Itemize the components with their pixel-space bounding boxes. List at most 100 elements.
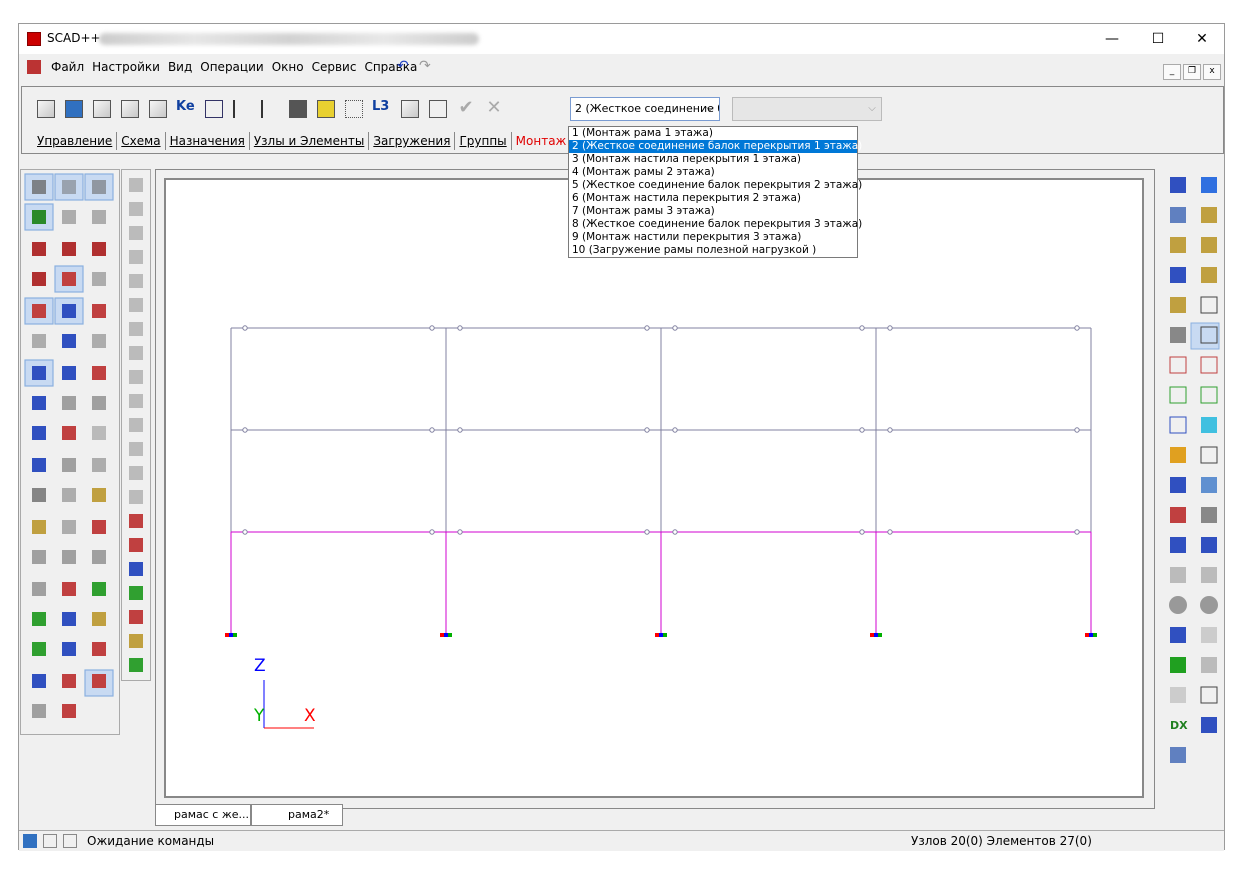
tab-loads[interactable]: Загружения — [369, 132, 456, 150]
left-secondary-panel — [121, 169, 151, 681]
group-edit-icon[interactable] — [426, 97, 450, 121]
load-icon[interactable] — [34, 97, 58, 121]
hinge-node — [644, 529, 650, 535]
axis-x-label: X — [304, 706, 316, 726]
tab-groups[interactable]: Группы — [455, 132, 512, 150]
chevron-down-icon[interactable]: ⌵ — [863, 98, 881, 120]
maximize-button[interactable]: ☐ — [1135, 24, 1181, 54]
chevron-down-icon[interactable]: ⌵ — [701, 98, 719, 120]
hinge-node — [242, 427, 248, 433]
support-icon — [870, 633, 882, 637]
ribbon-tabs: Управление Схема Назначения Узлы и Элеме… — [33, 132, 570, 150]
node-delete-icon[interactable] — [258, 97, 282, 121]
menu-file[interactable]: Файл — [47, 60, 88, 74]
dropdown-item[interactable]: 6 (Монтаж настила перекрытия 2 этажа) — [569, 192, 857, 205]
stage-select-value: 2 (Жесткое соединение б — [575, 102, 720, 115]
doc-tab-rama2[interactable]: рама2* — [251, 804, 343, 826]
status-bar: Ожидание команды Узлов 20(0) Элементов 2… — [19, 830, 1224, 851]
hinge-node — [644, 427, 650, 433]
frame-structure — [225, 325, 1097, 729]
hinge-node — [457, 529, 463, 535]
doc-tab-label: рамас с же... — [174, 808, 250, 821]
support-icon — [1085, 633, 1097, 637]
hinge-node — [242, 529, 248, 535]
group-load-icon[interactable] — [146, 97, 170, 121]
right-tool-panel: DX — [1159, 169, 1223, 799]
menu-help[interactable]: Справка — [360, 60, 421, 74]
layer-icon[interactable] — [286, 97, 310, 121]
dropdown-item[interactable]: 1 (Монтаж рама 1 этажа) — [569, 127, 857, 140]
menu-service[interactable]: Сервис — [308, 60, 361, 74]
secondary-select[interactable]: ⌵ — [732, 97, 882, 121]
stage-dropdown-list: 1 (Монтаж рама 1 этажа) 2 (Жесткое соеди… — [568, 126, 862, 258]
dropdown-item-selected[interactable]: 2 (Жесткое соединение балок перекрытия 1… — [569, 140, 862, 153]
hinge-node — [859, 529, 865, 535]
doc-tab-label: рама2* — [288, 808, 330, 821]
hinge-node — [887, 529, 893, 535]
paint-icon[interactable] — [314, 97, 338, 121]
dropdown-item[interactable]: 4 (Монтаж рамы 2 этажа) — [569, 166, 857, 179]
mdi-restore-button[interactable]: ❐ — [1183, 64, 1201, 80]
axis-z-label: Z — [254, 656, 266, 676]
tab-assignments[interactable]: Назначения — [166, 132, 250, 150]
hinge-node — [429, 427, 435, 433]
hinge-node — [859, 325, 865, 331]
drawing-area-frame: Z Y X — [155, 169, 1155, 809]
minimize-button[interactable]: — — [1089, 24, 1135, 54]
hinge-node — [242, 325, 248, 331]
doc-tab-ramas[interactable]: рамас с же... — [155, 804, 251, 826]
tab-montage[interactable]: Монтаж — [512, 132, 571, 150]
menu-settings[interactable]: Настройки — [88, 60, 164, 74]
settings-icon[interactable] — [62, 97, 86, 121]
dropdown-item[interactable]: 3 (Монтаж настила перекрытия 1 этажа) — [569, 153, 857, 166]
title-bar: SCAD++ — ☐ ✕ — [19, 24, 1224, 54]
node-load-icon[interactable] — [90, 97, 114, 121]
right-tool-icons: DX — [1169, 177, 1220, 763]
dropdown-item[interactable]: 5 (Жесткое соединение балок перекрытия 2… — [569, 179, 862, 192]
menu-operations[interactable]: Операции — [196, 60, 267, 74]
tab-control[interactable]: Управление — [33, 132, 118, 150]
hinge-node — [457, 325, 463, 331]
dropdown-item[interactable]: 9 (Монтаж настили перекрытия 3 этажа) — [569, 231, 857, 244]
svg-text:DX: DX — [1170, 719, 1188, 732]
element-load-icon[interactable] — [118, 97, 142, 121]
dropdown-item[interactable]: 8 (Жесткое соединение балок перекрытия 3… — [569, 218, 862, 231]
tab-scheme[interactable]: Схема — [117, 132, 166, 150]
support-icon[interactable] — [202, 97, 226, 121]
menu-bar: Файл Настройки Вид Операции Окно Сервис … — [19, 56, 1224, 78]
hinge-node — [457, 427, 463, 433]
cancel-cross-icon[interactable]: ✕ — [482, 97, 506, 121]
hinge-node — [1074, 427, 1080, 433]
undo-icon[interactable]: ↶ — [397, 58, 409, 74]
hinge-node — [429, 529, 435, 535]
drawing-canvas[interactable]: Z Y X — [164, 178, 1144, 798]
l3-icon[interactable]: L3 — [370, 97, 394, 121]
support-icon — [440, 633, 452, 637]
tab-nodes-elements[interactable]: Узлы и Элементы — [250, 132, 370, 150]
close-button[interactable]: ✕ — [1179, 24, 1225, 54]
node-icon — [43, 834, 57, 848]
node-add-icon[interactable] — [230, 97, 254, 121]
hinge-node — [672, 529, 678, 535]
status-message: Ожидание команды — [87, 834, 215, 848]
ke-icon[interactable]: Ke — [174, 97, 198, 121]
menu-view[interactable]: Вид — [164, 60, 196, 74]
redo-icon[interactable]: ↷ — [419, 58, 431, 74]
left-tool-icons — [24, 173, 114, 718]
dropdown-item[interactable]: 7 (Монтаж рамы 3 этажа) — [569, 205, 857, 218]
dropdown-item[interactable]: 10 (Загружение рамы полезной нагрузкой ) — [569, 244, 857, 257]
stage-select[interactable]: 2 (Жесткое соединение б ⌵ — [570, 97, 720, 121]
support-icon — [225, 633, 237, 637]
mdi-close-button[interactable]: x — [1203, 64, 1221, 80]
hinge-node — [672, 325, 678, 331]
mdi-minimize-button[interactable]: _ — [1163, 64, 1181, 80]
hinge-node — [887, 325, 893, 331]
assembly-icon[interactable] — [398, 97, 422, 121]
hinge-node — [644, 325, 650, 331]
menu-window[interactable]: Окно — [268, 60, 308, 74]
move-icon[interactable] — [342, 97, 366, 121]
secondary-tool-icons — [129, 178, 143, 672]
apply-check-icon[interactable]: ✔ — [454, 97, 478, 121]
support-icon — [655, 633, 667, 637]
hinge-node — [859, 427, 865, 433]
